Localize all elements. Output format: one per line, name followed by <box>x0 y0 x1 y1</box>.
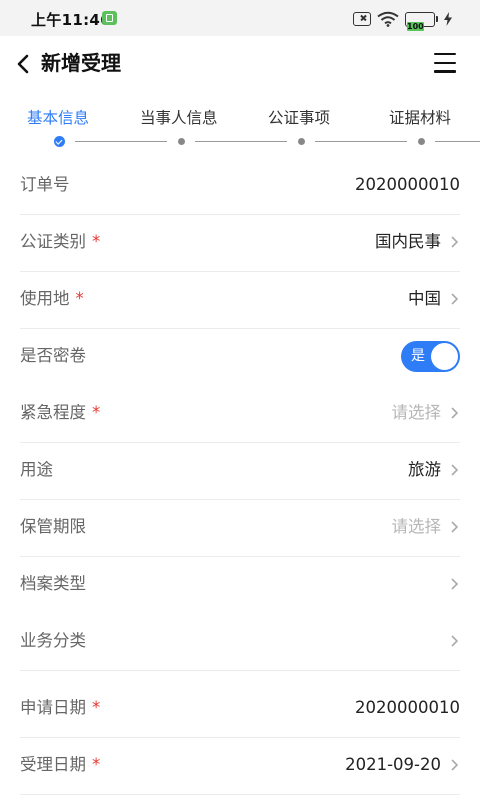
menu-bar <box>434 70 456 73</box>
field-label: 订单号 <box>20 175 70 194</box>
field-label: 是否密卷 <box>20 346 86 365</box>
menu-bar <box>434 61 456 65</box>
business-category-row[interactable]: 业务分类 <box>20 614 460 671</box>
field-label: 使用地 * <box>20 289 84 308</box>
notary-category-row[interactable]: 公证类别 * 国内民事 <box>20 215 460 272</box>
accept-date-row[interactable]: 受理日期 * 2021-09-20 <box>20 738 460 795</box>
app-header: 新增受理 <box>0 36 480 92</box>
step-indicator: 基本信息 当事人信息 公证事项 证据材料 <box>0 92 480 158</box>
field-label: 受理日期 * <box>20 755 101 774</box>
confidential-toggle[interactable]: 是 <box>401 341 460 372</box>
required-mark: * <box>92 755 101 774</box>
step-party-info[interactable]: 当事人信息 <box>140 106 218 128</box>
no-sim-icon <box>353 12 371 26</box>
usage-place-row[interactable]: 使用地 * 中国 <box>20 272 460 329</box>
step-connector <box>315 141 407 143</box>
chevron-right-icon <box>451 464 458 476</box>
step-notary-matters[interactable]: 公证事项 <box>268 106 330 128</box>
confidential-row: 是否密卷 是 <box>20 329 460 386</box>
back-chevron-icon[interactable] <box>16 52 30 76</box>
required-mark: * <box>92 232 101 251</box>
wifi-icon <box>377 11 399 27</box>
page-title: 新增受理 <box>41 51 121 75</box>
field-label: 用途 <box>20 460 53 479</box>
hamburger-menu-icon[interactable] <box>434 53 456 73</box>
order-number-row: 订单号 2020000010 <box>20 158 460 215</box>
field-label: 申请日期 * <box>20 698 101 717</box>
toggle-knob <box>431 343 458 370</box>
step-evidence[interactable]: 证据材料 <box>389 106 451 128</box>
status-bar: 上午11:46 100 <box>0 0 480 36</box>
step-dot <box>298 138 305 145</box>
urgency-placeholder: 请选择 <box>391 403 442 422</box>
field-label: 档案类型 <box>20 574 86 593</box>
step-dot <box>178 138 185 145</box>
step-done-check-icon <box>54 136 65 147</box>
step-connector <box>435 141 480 143</box>
chevron-right-icon <box>451 236 458 248</box>
field-label: 紧急程度 * <box>20 403 101 422</box>
accept-date-value: 2021-09-20 <box>345 755 441 774</box>
field-label: 保管期限 <box>20 517 86 536</box>
retention-period-placeholder: 请选择 <box>391 517 442 536</box>
step-basic-info[interactable]: 基本信息 <box>27 106 89 128</box>
apply-date-value: 2020000010 <box>355 698 460 717</box>
section-gap <box>0 671 480 681</box>
usage-place-value: 中国 <box>408 289 441 308</box>
archive-type-row[interactable]: 档案类型 <box>20 557 460 614</box>
menu-bar <box>434 53 456 56</box>
order-number-value: 2020000010 <box>355 175 460 194</box>
required-mark: * <box>92 698 101 717</box>
step-connector <box>75 141 167 143</box>
toggle-text: 是 <box>411 348 425 364</box>
apply-date-row: 申请日期 * 2020000010 <box>20 681 460 738</box>
status-time: 上午11:46 <box>31 11 111 29</box>
field-label: 业务分类 <box>20 631 86 650</box>
chevron-right-icon <box>451 578 458 590</box>
chevron-right-icon <box>451 635 458 647</box>
required-mark: * <box>92 403 101 422</box>
purpose-value: 旅游 <box>408 460 441 479</box>
status-indicators: 100 <box>353 10 452 31</box>
retention-period-row[interactable]: 保管期限 请选择 <box>20 500 460 557</box>
field-label: 公证类别 * <box>20 232 101 251</box>
step-connector <box>195 141 287 143</box>
purpose-row[interactable]: 用途 旅游 <box>20 443 460 500</box>
battery-level: 100 <box>407 21 424 31</box>
required-mark: * <box>75 289 84 308</box>
battery-icon: 100 <box>405 11 435 31</box>
chevron-right-icon <box>451 759 458 771</box>
chevron-right-icon <box>451 407 458 419</box>
battery-cap <box>436 16 438 22</box>
notary-category-value: 国内民事 <box>375 232 441 251</box>
urgency-row[interactable]: 紧急程度 * 请选择 <box>20 386 460 443</box>
charging-icon <box>444 12 452 26</box>
step-dot <box>418 138 425 145</box>
chevron-right-icon <box>451 521 458 533</box>
basic-info-form: 订单号 2020000010 公证类别 * 国内民事 使用地 * 中国 是否密卷 是… <box>0 158 480 795</box>
chevron-right-icon <box>451 293 458 305</box>
app-notification-icon <box>102 11 117 25</box>
